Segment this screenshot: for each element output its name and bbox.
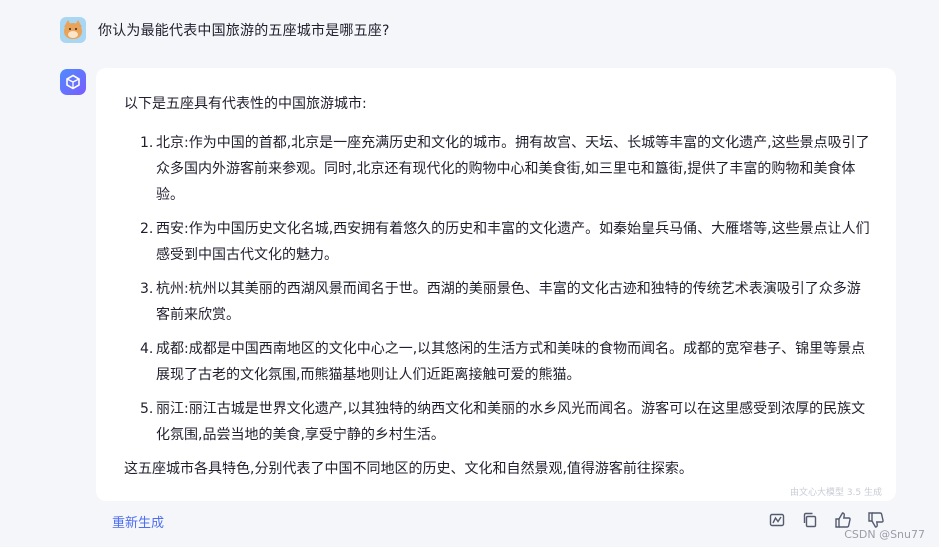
list-text: 杭州:杭州以其美丽的西湖风景而闻名于世。西湖的美丽景色、丰富的文化古迹和独特的传…: [156, 281, 861, 323]
ernie-bot-icon: [60, 69, 86, 95]
list-item: 1. 北京:作为中国的首都,北京是一座充满历史和文化的城市。拥有故宫、天坛、长城…: [140, 130, 870, 208]
list-text: 西安:作为中国历史文化名城,西安拥有着悠久的历史和丰富的文化遗产。如秦始皇兵马俑…: [156, 221, 870, 263]
model-note: 由文心大模型 3.5 生成: [789, 488, 882, 498]
user-message: 你认为最能代表中国旅游的五座城市是哪五座?: [60, 17, 390, 43]
answer-intro: 以下是五座具有代表性的中国旅游城市:: [124, 96, 367, 112]
list-number: 2.: [140, 221, 154, 237]
list-number: 4.: [140, 341, 154, 357]
city-list: 1. 北京:作为中国的首都,北京是一座充满历史和文化的城市。拥有故宫、天坛、长城…: [140, 130, 870, 456]
list-number: 5.: [140, 401, 154, 417]
user-question: 你认为最能代表中国旅游的五座城市是哪五座?: [98, 23, 390, 39]
thumbs-up-icon[interactable]: [834, 511, 852, 529]
list-item: 2. 西安:作为中国历史文化名城,西安拥有着悠久的历史和丰富的文化遗产。如秦始皇…: [140, 216, 870, 268]
list-item: 3. 杭州:杭州以其美丽的西湖风景而闻名于世。西湖的美丽景色、丰富的文化古迹和独…: [140, 276, 870, 328]
thumbs-down-icon[interactable]: [867, 511, 885, 529]
csdn-watermark: CSDN @Snu77: [844, 528, 925, 541]
list-text: 北京:作为中国的首都,北京是一座充满历史和文化的城市。拥有故宫、天坛、长城等丰富…: [156, 135, 870, 203]
answer-outro: 这五座城市各具特色,分别代表了中国不同地区的历史、文化和自然景观,值得游客前往探…: [124, 461, 693, 477]
copy-icon[interactable]: [801, 511, 819, 529]
answer-card: 以下是五座具有代表性的中国旅游城市: 1. 北京:作为中国的首都,北京是一座充满…: [96, 68, 896, 501]
list-number: 1.: [140, 135, 154, 151]
regenerate-button[interactable]: 重新生成: [112, 512, 164, 531]
chart-icon[interactable]: [768, 511, 786, 529]
cat-avatar-icon: [60, 17, 86, 43]
list-text: 成都:成都是中国西南地区的文化中心之一,以其悠闲的生活方式和美味的食物而闻名。成…: [156, 341, 866, 383]
list-item: 5. 丽江:丽江古城是世界文化遗产,以其独特的纳西文化和美丽的水乡风光而闻名。游…: [140, 396, 870, 448]
list-number: 3.: [140, 281, 154, 297]
list-text: 丽江:丽江古城是世界文化遗产,以其独特的纳西文化和美丽的水乡风光而闻名。游客可以…: [156, 401, 866, 443]
action-bar: [768, 511, 900, 529]
list-item: 4. 成都:成都是中国西南地区的文化中心之一,以其悠闲的生活方式和美味的食物而闻…: [140, 336, 870, 388]
